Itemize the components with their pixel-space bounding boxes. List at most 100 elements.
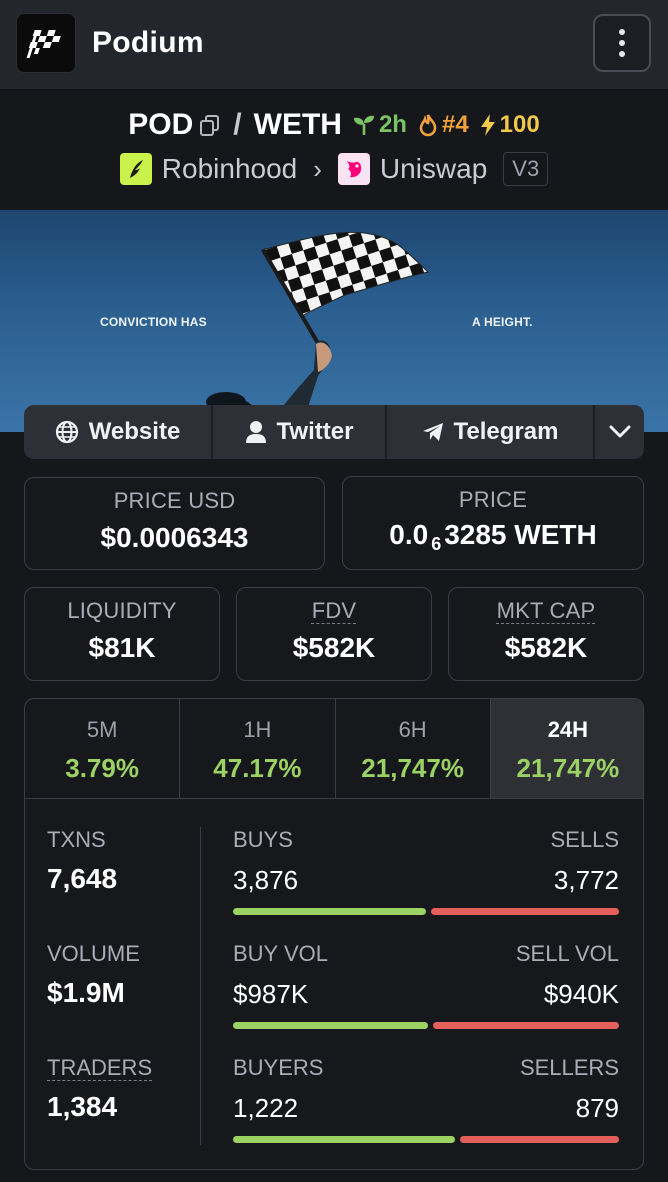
tab-5m-change: 3.79% (65, 753, 139, 783)
sells-value: 3,772 (553, 865, 619, 895)
tab-5m-label: 5M (86, 717, 118, 742)
price-usd-label: PRICE USD (113, 488, 236, 513)
tab-5m[interactable]: 5M 3.79% (25, 699, 181, 798)
lightning-icon (480, 114, 495, 136)
liquidity-label: LIQUIDITY (67, 598, 177, 623)
chevron-down-icon (609, 425, 630, 438)
volume-row: BUY VOL SELL VOL $987K $940K (233, 941, 619, 1029)
sell-vol-label: SELL VOL (515, 941, 619, 966)
price-native-prefix: 0.0 (389, 519, 429, 550)
price-native-unit: WETH (514, 519, 597, 550)
tab-6h-label: 6H (398, 717, 427, 742)
buy-vol-value: $987K (233, 979, 309, 1009)
buys-sells-row: BUYS SELLS 3,876 3,772 (233, 827, 619, 915)
checkered-flag-icon[interactable] (16, 13, 76, 73)
sellers-value: 879 (575, 1093, 619, 1123)
txns-stat: TXNS 7,648 (47, 827, 117, 895)
banner-text-left: CONVICTION HAS (100, 315, 207, 329)
tab-24h-change: 21,747% (516, 753, 620, 783)
age-value: 2h (378, 111, 407, 138)
sell-vol-value: $940K (543, 979, 619, 1009)
quote-symbol: WETH (253, 108, 342, 141)
market-cap-value: $582K (504, 632, 588, 663)
buys-label: BUYS (233, 827, 293, 852)
boost-value: 100 (499, 111, 540, 138)
market-cap-card[interactable]: MKT CAP $582K (448, 587, 644, 681)
volume-stat: VOLUME $1.9M (47, 941, 140, 1009)
pair-info: POD / WETH 2h #4 100 Robinhood › Uniswap… (0, 90, 668, 210)
buys-sells-bar (233, 908, 619, 915)
volume-label: VOLUME (47, 941, 140, 966)
fdv-card[interactable]: FDV $582K (236, 587, 432, 681)
buy-vol-label: BUY VOL (233, 941, 328, 966)
chain-name[interactable]: Robinhood (162, 153, 297, 185)
sellers-label: SELLERS (519, 1055, 619, 1080)
more-vertical-icon[interactable] (593, 14, 651, 72)
dex-name[interactable]: Uniswap (380, 153, 487, 185)
boost-badge[interactable]: 100 (479, 111, 540, 139)
buyers-sellers-bar (233, 1136, 619, 1143)
fdv-value: $582K (292, 632, 376, 663)
liquidity-card: LIQUIDITY $81K (24, 587, 220, 681)
dex-version-badge: V3 (503, 152, 549, 186)
buyers-sellers-row: BUYERS SELLERS 1,222 879 (233, 1055, 619, 1143)
price-usd-card: PRICE USD $0.0006343 (24, 477, 325, 570)
telegram-button[interactable]: Telegram (387, 405, 595, 459)
traders-value: 1,384 (47, 1091, 118, 1122)
tab-1h[interactable]: 1H 47.17% (180, 699, 336, 798)
user-icon (245, 421, 266, 443)
website-button[interactable]: Website (24, 405, 213, 459)
tab-6h-change: 21,747% (361, 753, 464, 783)
base-symbol: POD (128, 108, 194, 141)
age-badge: 2h (352, 111, 407, 139)
twitter-label: Twitter (276, 418, 354, 445)
sells-label: SELLS (550, 827, 620, 852)
dex-breadcrumb: Robinhood › Uniswap V3 (0, 152, 668, 186)
price-native-label: PRICE (458, 487, 528, 512)
social-links: Website Twitter Telegram (24, 405, 644, 459)
robinhood-logo-icon (119, 153, 152, 185)
period-stats-panel: 5M 3.79% 1H 47.17% 6H 21,747% 24H 21,747… (24, 698, 644, 1170)
pair-separator: / (233, 108, 242, 141)
liquidity-value: $81K (88, 632, 156, 663)
twitter-button[interactable]: Twitter (213, 405, 387, 459)
app-name: Podium (92, 26, 204, 59)
more-links-button[interactable] (595, 405, 644, 459)
price-native-digits: 3285 (444, 519, 507, 550)
uniswap-logo-icon (337, 153, 370, 185)
buyers-label: BUYERS (233, 1055, 324, 1080)
banner-text-right: A HEIGHT. (472, 315, 533, 329)
traders-stat[interactable]: TRADERS 1,384 (47, 1055, 152, 1123)
send-icon (422, 423, 443, 441)
price-usd-value: $0.0006343 (100, 522, 249, 553)
volume-value: $1.9M (47, 977, 125, 1008)
traders-label: TRADERS (47, 1055, 153, 1080)
tab-24h-label: 24H (547, 717, 589, 742)
column-divider (200, 827, 201, 1145)
rank-value: #4 (441, 111, 469, 138)
tab-1h-change: 47.17% (213, 753, 302, 783)
txns-value: 7,648 (47, 863, 118, 894)
tab-6h[interactable]: 6H 21,747% (336, 699, 491, 798)
app-header: Podium (0, 0, 668, 90)
website-label: Website (88, 418, 181, 445)
buys-value: 3,876 (233, 865, 299, 895)
price-native-card: PRICE 0.0 6 3285 WETH (342, 476, 644, 570)
buyers-value: 1,222 (233, 1093, 299, 1123)
price-native-value: 0.0 6 3285 WETH (343, 519, 643, 555)
txns-label: TXNS (47, 827, 106, 852)
volume-bar (233, 1022, 619, 1029)
market-cap-label: MKT CAP (496, 598, 596, 623)
chevron-right-icon: › (313, 153, 322, 184)
telegram-label: Telegram (453, 418, 559, 445)
price-native-zero-count: 6 (431, 534, 442, 554)
rank-badge[interactable]: #4 (417, 111, 469, 139)
fdv-label: FDV (311, 598, 357, 623)
period-tabs: 5M 3.79% 1H 47.17% 6H 21,747% 24H 21,747… (25, 699, 643, 799)
tab-24h[interactable]: 24H 21,747% (490, 699, 643, 798)
sprout-icon (353, 115, 374, 135)
pair-title: POD / WETH 2h #4 100 (0, 108, 668, 142)
tab-1h-label: 1H (243, 717, 272, 742)
flame-icon (419, 114, 437, 137)
copy-icon[interactable] (199, 114, 221, 136)
